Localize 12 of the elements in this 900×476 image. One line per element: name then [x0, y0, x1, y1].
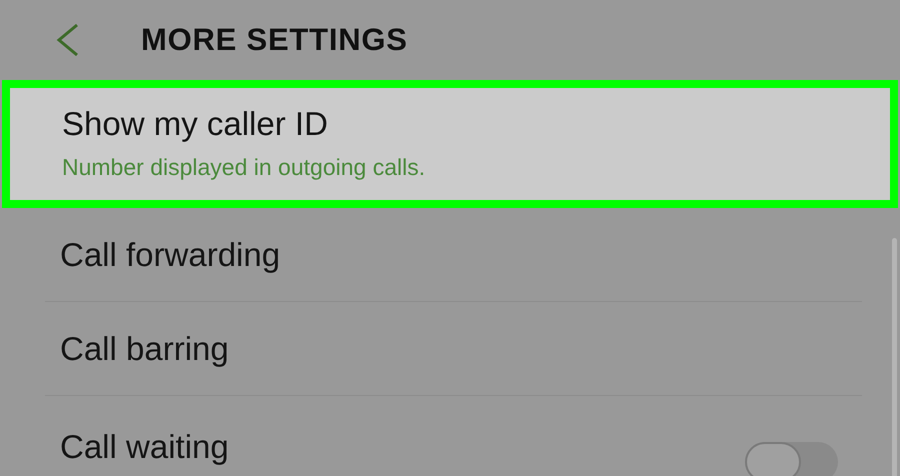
item-title: Show my caller ID: [62, 104, 328, 144]
toggle-switch[interactable]: [745, 442, 838, 476]
settings-item[interactable]: Call forwarding: [0, 208, 900, 301]
back-icon[interactable]: [55, 23, 81, 57]
settings-item[interactable]: Call barring: [0, 302, 900, 395]
item-subtitle: Number displayed in outgoing calls.: [62, 153, 426, 182]
settings-item[interactable]: Show my caller ID Number displayed in outgoing calls.: [2, 80, 898, 208]
item-title: Call barring: [60, 328, 229, 369]
item-title: Call forwarding: [60, 234, 280, 275]
item-title: Call waiting: [60, 427, 229, 467]
settings-item[interactable]: Call waiting: [0, 396, 900, 476]
screen-title: MORE SETTINGS: [141, 20, 408, 59]
